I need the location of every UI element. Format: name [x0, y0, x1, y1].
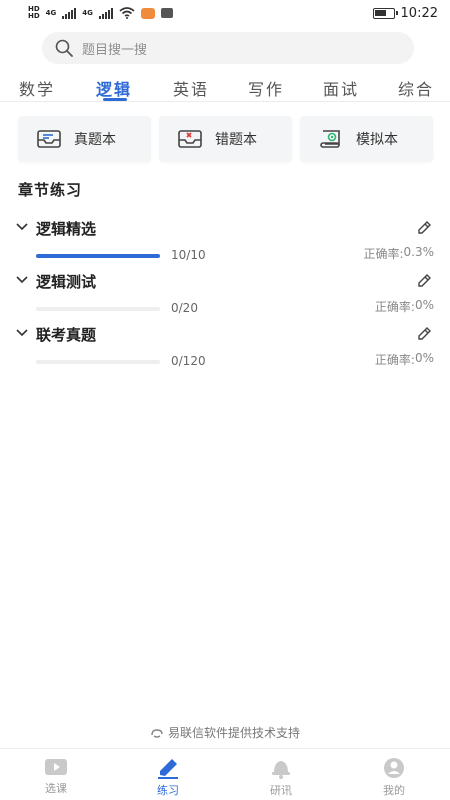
nav-label-practice: 练习 [157, 784, 179, 797]
card-wrong-questions[interactable]: 错题本 [159, 116, 292, 162]
search-icon [55, 39, 73, 57]
card-mock-questions[interactable]: 模拟本 [300, 116, 433, 162]
tab-comprehensive[interactable]: 综合 [398, 76, 434, 100]
card-real-questions[interactable]: 真题本 [18, 116, 151, 162]
accuracy-value: 0.3% [403, 245, 435, 259]
inbox-error-icon [178, 130, 202, 148]
section-title: 章节练习 [18, 181, 83, 199]
search-input[interactable]: 题目搜一搜 [42, 32, 414, 64]
chapter-accuracy: 正确率: 0% [375, 351, 434, 368]
network-label-1: 4G [45, 8, 57, 17]
pencil-icon[interactable] [416, 326, 432, 342]
status-time: 10:22 [400, 5, 438, 21]
pencil-icon[interactable] [416, 273, 432, 289]
chapter-progress-bar [36, 254, 160, 258]
chevron-down-icon [16, 276, 28, 284]
tab-english[interactable]: 英语 [173, 76, 209, 100]
chapter-accuracy: 正确率: 0% [375, 298, 434, 315]
chapter-accuracy: 正确率: 0.3% [363, 245, 434, 262]
chapter-row[interactable]: 逻辑精选 10/10 正确率: 0.3% [0, 218, 450, 270]
chapter-row[interactable]: 联考真题 0/120 正确率: 0% [0, 324, 450, 376]
powered-by-note: 易联信软件提供技术支持 [0, 724, 450, 741]
signal-icon-2 [98, 7, 113, 19]
status-left: HD HD 4G 4G [28, 6, 173, 20]
powered-by-text: 易联信软件提供技术支持 [167, 726, 300, 740]
scroll-icon [320, 130, 340, 148]
card-wrong-questions-label: 错题本 [215, 132, 257, 148]
chapter-title: 逻辑测试 [36, 273, 97, 291]
bell-icon [272, 761, 290, 779]
accuracy-value: 0% [414, 298, 434, 312]
tab-writing[interactable]: 写作 [248, 76, 284, 100]
chevron-down-icon [16, 223, 28, 231]
chapter-title: 逻辑精选 [36, 220, 97, 238]
accuracy-label: 正确率: [363, 247, 404, 261]
nav-item-practice[interactable]: 练习 [112, 749, 224, 800]
tab-interview[interactable]: 面试 [323, 76, 359, 100]
tab-logic[interactable]: 逻辑 [96, 76, 132, 100]
chevron-down-icon [16, 329, 28, 337]
accuracy-value: 0% [414, 351, 434, 365]
chapter-count: 10/10 [171, 248, 206, 262]
active-tab-indicator [103, 98, 127, 101]
play-icon [45, 759, 67, 775]
network-label-2: 4G [82, 8, 93, 17]
nav-item-courses[interactable]: 选课 [0, 749, 112, 800]
nav-item-profile[interactable]: 我的 [338, 749, 450, 800]
chapter-count: 0/20 [171, 301, 198, 315]
chapter-count: 0/120 [171, 354, 206, 368]
hd-indicator-1: HD HD [28, 6, 40, 20]
hd-label-2: HD [28, 12, 40, 20]
nav-label-profile: 我的 [383, 784, 405, 797]
search-placeholder: 题目搜一搜 [82, 42, 148, 58]
message-notification-icon [140, 7, 155, 19]
chapter-progress-fill [36, 254, 160, 258]
nav-label-news: 研讯 [270, 784, 292, 797]
bottom-nav: 选课 练习 研讯 我的 [0, 748, 450, 800]
status-right: 10:22 [372, 5, 438, 21]
chapter-title: 联考真题 [36, 326, 97, 344]
card-mock-questions-label: 模拟本 [356, 132, 398, 148]
tab-math[interactable]: 数学 [19, 76, 55, 100]
card-real-questions-label: 真题本 [74, 132, 116, 148]
chapter-progress-bar [36, 307, 160, 311]
chapter-row[interactable]: 逻辑测试 0/20 正确率: 0% [0, 271, 450, 323]
chapter-progress-bar [36, 360, 160, 364]
accuracy-label: 正确率: [374, 353, 415, 367]
status-bar: HD HD 4G 4G 10:22 [0, 0, 450, 26]
battery-icon [372, 7, 398, 19]
accuracy-label: 正确率: [374, 300, 415, 314]
nav-label-courses: 选课 [45, 782, 67, 795]
signal-icon [62, 7, 77, 19]
pencil-icon[interactable] [416, 220, 432, 236]
app-notification-icon [160, 8, 173, 18]
inbox-icon [37, 130, 61, 148]
subject-tabs: 数学 逻辑 英语 写作 面试 综合 [0, 72, 450, 102]
wifi-icon [119, 7, 135, 19]
pencil-icon [158, 759, 178, 779]
brand-logo-icon [151, 728, 163, 738]
user-icon [384, 758, 404, 778]
nav-item-news[interactable]: 研讯 [225, 749, 337, 800]
